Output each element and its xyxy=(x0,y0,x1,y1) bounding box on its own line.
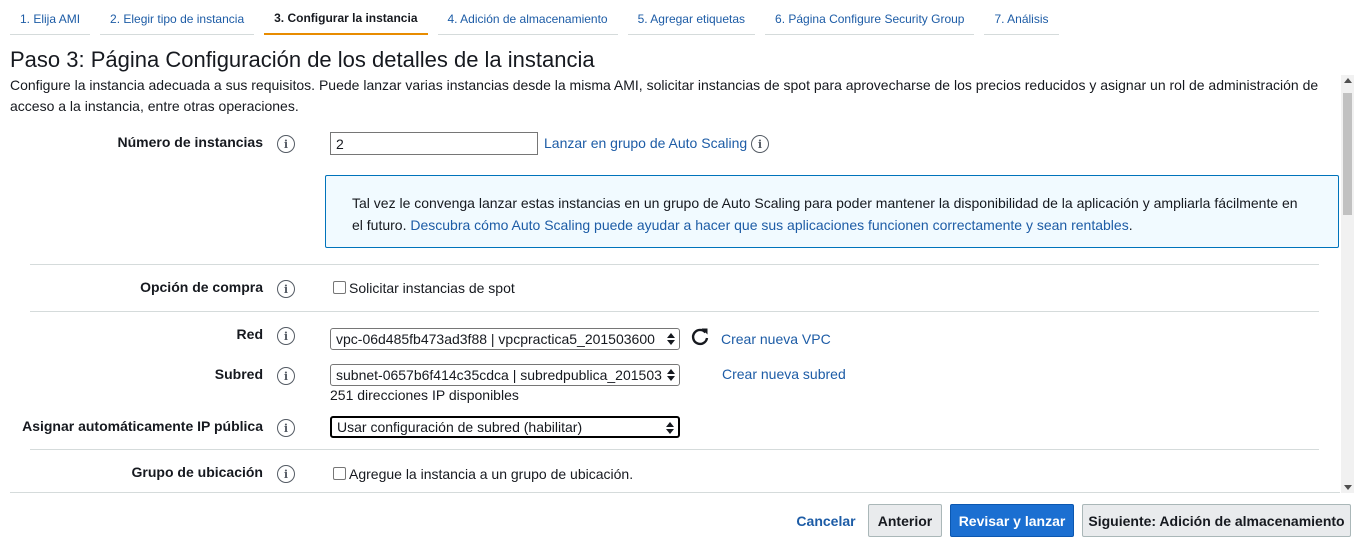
previous-button[interactable]: Anterior xyxy=(868,504,942,537)
subnet-label: Subred xyxy=(214,366,263,382)
create-subnet-link[interactable]: Crear nueva subred xyxy=(722,366,846,382)
network-select-value: vpc-06d485fb473ad3f88 | vpcpractica5_201… xyxy=(336,331,655,347)
subnet-select-value: subnet-0657b6f414c35cdca | subredpublica… xyxy=(336,367,662,383)
wizard-tabs: 1. Elija AMI 2. Elegir tipo de instancia… xyxy=(10,3,1069,35)
cancel-button[interactable]: Cancelar xyxy=(790,504,862,537)
tab-add-tags[interactable]: 5. Agregar etiquetas xyxy=(627,3,756,35)
public-ip-info-icon[interactable]: i xyxy=(277,419,295,437)
next-add-storage-button[interactable]: Siguiente: Adición de almacenamiento xyxy=(1082,504,1351,537)
tab-security-group[interactable]: 6. Página Configure Security Group xyxy=(765,3,975,35)
select-arrows-icon xyxy=(666,422,674,434)
placement-group-label: Grupo de ubicación xyxy=(131,464,263,480)
placement-group-checkbox-label: Agregue la instancia a un grupo de ubica… xyxy=(349,466,634,482)
form-scroll-area: Número de instancias i Lanzar en grupo d… xyxy=(0,120,1354,493)
banner-suffix: . xyxy=(1128,217,1133,233)
public-ip-select-value: Usar configuración de subred (habilitar) xyxy=(337,419,583,435)
purchase-option-label: Opción de compra xyxy=(140,279,263,295)
tab-add-storage[interactable]: 4. Adición de almacenamiento xyxy=(437,3,618,35)
network-info-icon[interactable]: i xyxy=(277,327,295,345)
banner-learn-link[interactable]: Descubra cómo Auto Scaling puede ayudar … xyxy=(410,217,1128,233)
available-ips-text: 251 direcciones IP disponibles xyxy=(330,387,519,403)
tab-instance-type[interactable]: 2. Elegir tipo de instancia xyxy=(100,3,255,35)
divider xyxy=(30,449,1319,450)
page-title: Paso 3: Página Configuración de los deta… xyxy=(10,47,595,72)
num-instances-info-icon[interactable]: i xyxy=(277,135,295,153)
select-arrows-icon xyxy=(667,369,675,381)
num-instances-input[interactable] xyxy=(330,132,538,155)
review-and-launch-button[interactable]: Revisar y lanzar xyxy=(950,504,1074,537)
network-label: Red xyxy=(236,326,263,342)
subnet-select[interactable]: subnet-0657b6f414c35cdca | subredpublica… xyxy=(330,364,680,386)
network-select[interactable]: vpc-06d485fb473ad3f88 | vpcpractica5_201… xyxy=(330,328,680,350)
tab-review[interactable]: 7. Análisis xyxy=(984,3,1059,35)
refresh-icon[interactable] xyxy=(690,327,710,347)
spot-instances-checkbox[interactable] xyxy=(333,281,346,294)
subnet-info-icon[interactable]: i xyxy=(277,367,295,385)
select-arrows-icon xyxy=(667,333,675,345)
num-instances-label: Número de instancias xyxy=(117,134,264,150)
placement-group-checkbox[interactable] xyxy=(333,467,346,480)
scrollbar-thumb[interactable] xyxy=(1343,93,1352,215)
divider xyxy=(30,264,1319,265)
divider xyxy=(30,311,1319,312)
public-ip-label: Asignar automáticamente IP pública xyxy=(22,418,263,434)
form-bottom-border xyxy=(10,492,1340,493)
scroll-down-arrow-icon[interactable] xyxy=(1344,485,1352,490)
vertical-scrollbar[interactable] xyxy=(1341,75,1354,493)
create-vpc-link[interactable]: Crear nueva VPC xyxy=(721,331,831,347)
placement-info-icon[interactable]: i xyxy=(277,465,295,483)
spot-instances-label: Solicitar instancias de spot xyxy=(349,280,515,296)
purchase-info-icon[interactable]: i xyxy=(277,280,295,298)
tab-configure-instance[interactable]: 3. Configurar la instancia xyxy=(264,3,428,35)
autoscaling-link[interactable]: Lanzar en grupo de Auto Scaling xyxy=(544,135,747,151)
autoscaling-banner: Tal vez le convenga lanzar estas instanc… xyxy=(325,175,1339,248)
public-ip-select[interactable]: Usar configuración de subred (habilitar) xyxy=(330,416,680,438)
autoscaling-info-icon[interactable]: i xyxy=(751,135,769,153)
tab-choose-ami[interactable]: 1. Elija AMI xyxy=(10,3,91,35)
page-description: Configure la instancia adecuada a sus re… xyxy=(10,77,1319,114)
scroll-up-arrow-icon[interactable] xyxy=(1344,78,1352,83)
